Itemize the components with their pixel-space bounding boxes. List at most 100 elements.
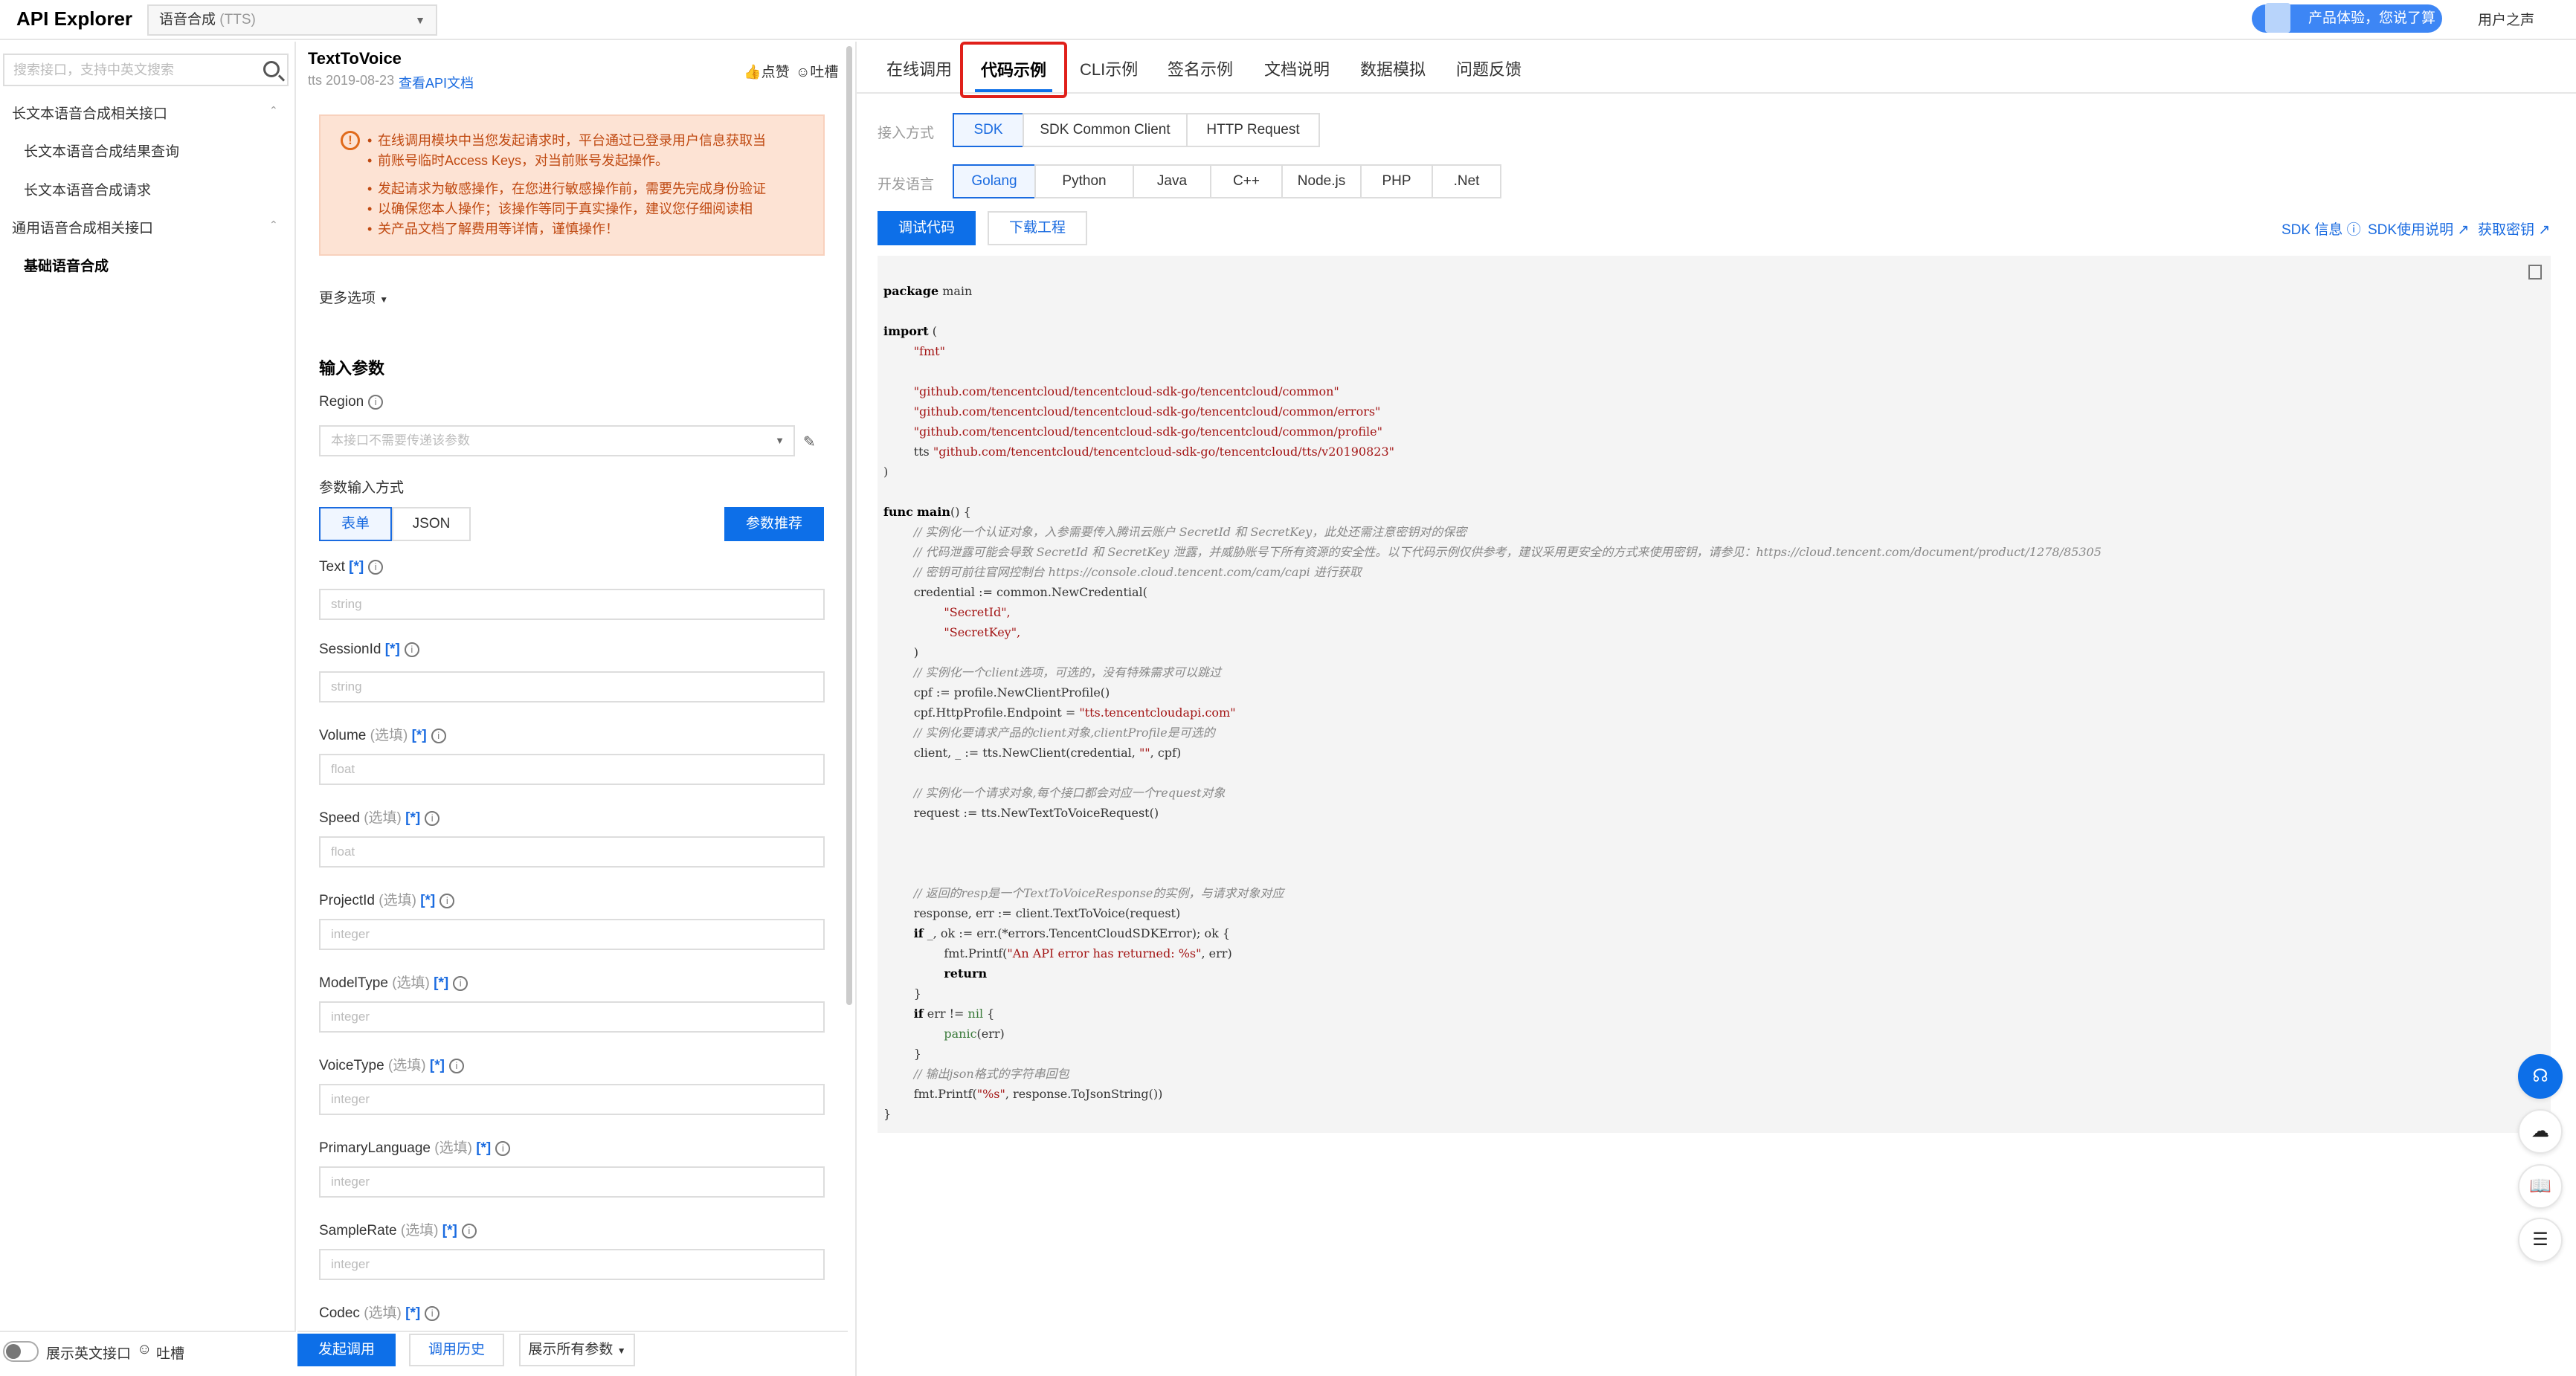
lang-python[interactable]: Python — [1034, 164, 1134, 198]
param-input[interactable]: integer — [319, 919, 825, 950]
code-string: "An API error has returned: %s" — [1007, 946, 1202, 960]
param-label: Volume (选填) [*] i — [319, 724, 446, 744]
info-icon[interactable]: i — [453, 975, 468, 991]
api-doc-link[interactable]: 查看API文档 — [399, 73, 474, 92]
tab-docs[interactable]: 文档说明 — [1264, 56, 1330, 80]
tab-signature-example[interactable]: 签名示例 — [1168, 56, 1233, 80]
brand-logo[interactable]: API Explorer — [16, 7, 132, 30]
call-history-button[interactable]: 调用历史 — [409, 1334, 504, 1366]
code-comment: // 代码泄露可能会导致 SecretId 和 SecretKey 泄露，并威胁… — [913, 545, 2102, 559]
search-icon[interactable] — [263, 61, 280, 77]
info-icon[interactable]: i — [425, 1305, 440, 1321]
lang-java[interactable]: Java — [1133, 164, 1211, 198]
more-options-toggle[interactable]: 更多选项 ▼ — [319, 287, 388, 307]
tab-data-mock[interactable]: 数据模拟 — [1360, 56, 1426, 80]
lang-nodejs[interactable]: Node.js — [1281, 164, 1362, 198]
like-label: 点赞 — [761, 65, 790, 80]
chevron-up-icon[interactable]: ⌃ — [269, 219, 278, 231]
param-input[interactable]: integer — [319, 1084, 825, 1115]
info-icon[interactable]: i — [425, 810, 440, 826]
like-button[interactable]: 👍点赞 — [744, 61, 790, 81]
sdk-info-label: SDK 信息 — [2282, 222, 2343, 238]
access-http-request[interactable]: HTTP Request — [1186, 113, 1320, 147]
pencil-icon[interactable]: ✎ — [803, 433, 816, 451]
more-options-label: 更多选项 — [319, 291, 376, 306]
cloud-icon[interactable]: ☁ — [2518, 1109, 2563, 1154]
param-input[interactable]: float — [319, 836, 825, 868]
chevron-up-icon[interactable]: ⌃ — [269, 104, 278, 117]
tab-online-call[interactable]: 在线调用 — [886, 56, 952, 80]
info-icon[interactable]: i — [431, 728, 446, 743]
sidebar-item-long-text-query[interactable]: 长文本语音合成结果查询 — [24, 140, 179, 161]
mode-json-tab[interactable]: JSON — [392, 507, 471, 541]
user-voice-link[interactable]: 用户之声 — [2478, 9, 2534, 29]
param-star[interactable]: [*] — [476, 1140, 491, 1156]
param-star[interactable]: [*] — [349, 559, 364, 575]
lang-golang[interactable]: Golang — [953, 164, 1036, 198]
param-star[interactable]: [*] — [405, 1305, 420, 1321]
param-star[interactable]: [*] — [405, 810, 420, 826]
headset-icon[interactable]: ☊ — [2518, 1054, 2563, 1099]
param-optional: (选填) — [370, 728, 408, 743]
param-star[interactable]: [*] — [420, 893, 435, 908]
access-sdk[interactable]: SDK — [953, 113, 1024, 147]
info-icon[interactable]: i — [404, 642, 419, 657]
param-label: VoiceType (选填) [*] i — [319, 1054, 464, 1074]
info-icon[interactable]: i — [439, 893, 455, 908]
roast-button[interactable]: ☺吐槽 — [796, 61, 838, 81]
info-icon[interactable]: i — [461, 1223, 477, 1238]
param-input[interactable]: string — [319, 671, 825, 702]
info-icon[interactable]: i — [368, 559, 384, 575]
sidebar-group-general[interactable]: 通用语音合成相关接口 — [12, 217, 153, 237]
search-placeholder: 搜索接口，支持中英文搜索 — [13, 62, 174, 77]
get-key-link[interactable]: 获取密钥 ↗ — [2478, 219, 2550, 239]
access-sdk-common-client[interactable]: SDK Common Client — [1023, 113, 1188, 147]
sidebar-roast[interactable]: 吐槽 — [156, 1343, 184, 1363]
lang-cpp[interactable]: C++ — [1210, 164, 1283, 198]
info-icon[interactable]: i — [495, 1140, 511, 1156]
search-input[interactable]: 搜索接口，支持中英文搜索 — [3, 54, 289, 86]
param-star[interactable]: [*] — [442, 1223, 457, 1238]
param-input[interactable]: integer — [319, 1166, 825, 1198]
param-recommend-button[interactable]: 参数推荐 — [724, 507, 824, 541]
param-input[interactable]: string — [319, 589, 825, 620]
list-icon[interactable]: ☰ — [2518, 1218, 2563, 1262]
copy-icon[interactable] — [2528, 265, 2542, 280]
lang-php[interactable]: PHP — [1360, 164, 1433, 198]
download-project-button[interactable]: 下载工程 — [988, 211, 1087, 245]
info-icon[interactable]: i — [368, 394, 384, 410]
product-select[interactable]: 语音合成 (TTS) ▼ — [147, 4, 437, 36]
lang-dotnet[interactable]: .Net — [1432, 164, 1501, 198]
region-label-text: Region — [319, 394, 364, 410]
promo-button[interactable]: 产品体验，您说了算 — [2252, 3, 2442, 33]
sdk-info-link[interactable]: SDK 信息 ⓘ — [2282, 219, 2361, 239]
param-placeholder: string — [331, 597, 362, 611]
tab-code-example[interactable]: 代码示例 — [960, 42, 1067, 98]
param-placeholder: float — [331, 762, 355, 776]
mode-form-tab[interactable]: 表单 — [319, 507, 392, 541]
param-star[interactable]: [*] — [434, 975, 448, 991]
warning-circle-icon: ! — [341, 131, 360, 150]
param-star[interactable]: [*] — [412, 728, 427, 743]
english-toggle[interactable] — [3, 1341, 39, 1362]
info-icon[interactable]: i — [448, 1058, 464, 1073]
sidebar-item-basic-tts[interactable]: 基础语音合成 — [24, 255, 109, 275]
tab-feedback[interactable]: 问题反馈 — [1456, 56, 1522, 80]
debug-code-button[interactable]: 调试代码 — [878, 211, 976, 245]
code-import: "github.com/tencentcloud/tencentcloud-sd… — [933, 445, 1394, 459]
show-all-params-select[interactable]: 展示所有参数 ▼ — [519, 1334, 635, 1366]
region-select[interactable]: 本接口不需要传递该参数 ▼ — [319, 425, 795, 456]
sidebar-item-long-text-request[interactable]: 长文本语音合成请求 — [24, 179, 151, 199]
smile-icon[interactable]: ☺ — [137, 1341, 152, 1358]
sidebar-group-long-text[interactable]: 长文本语音合成相关接口 — [12, 103, 167, 123]
param-input[interactable]: float — [319, 754, 825, 785]
scrollbar[interactable] — [846, 46, 852, 1005]
send-request-button[interactable]: 发起调用 — [297, 1334, 396, 1366]
param-input[interactable]: integer — [319, 1001, 825, 1033]
param-star[interactable]: [*] — [385, 642, 400, 657]
sdk-usage-link[interactable]: SDK使用说明 ↗ — [2368, 219, 2469, 239]
book-icon[interactable]: 📖 — [2518, 1164, 2563, 1209]
param-star[interactable]: [*] — [430, 1058, 445, 1073]
param-input[interactable]: integer — [319, 1249, 825, 1280]
tab-cli-example[interactable]: CLI示例 — [1080, 56, 1138, 80]
